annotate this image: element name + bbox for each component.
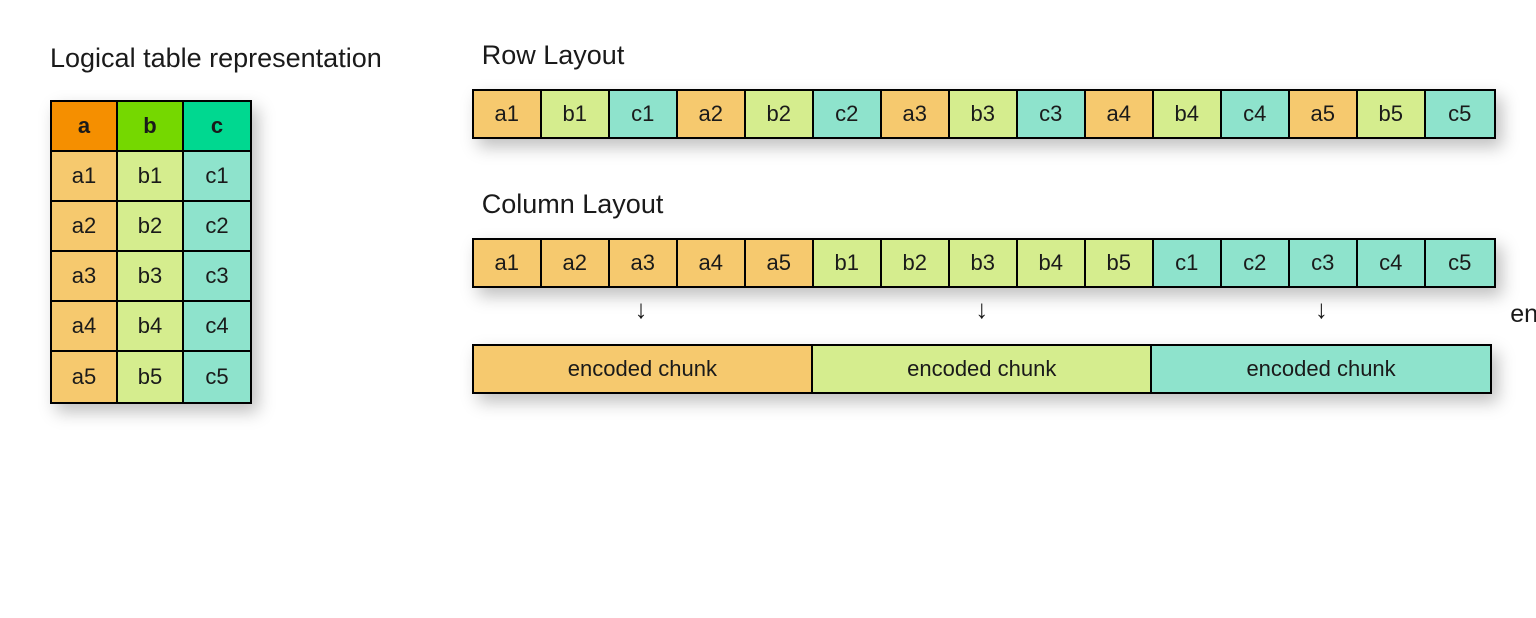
arrow-down-icon: ↓ [1315, 296, 1328, 322]
column-layout-title: Column Layout [482, 189, 1496, 220]
strip-cell: a5 [746, 240, 814, 286]
strip-cell: c1 [1154, 240, 1222, 286]
encoded-chunks-strip: encoded chunkencoded chunkencoded chunk [472, 344, 1492, 394]
table-row: a5 b5 c5 [52, 352, 250, 402]
cell: c5 [184, 352, 250, 402]
strip-cell: b5 [1358, 91, 1426, 137]
strip-cell: b1 [814, 240, 882, 286]
strip-cell: b1 [542, 91, 610, 137]
strip-cell: b2 [882, 240, 950, 286]
col-header-a: a [52, 102, 118, 152]
strip-cell: c2 [814, 91, 882, 137]
encoding-arrows: ↓ ↓ ↓ encoding [472, 294, 1492, 340]
row-layout-strip: a1b1c1a2b2c2a3b3c3a4b4c4a5b5c5 [472, 89, 1496, 139]
cell: c1 [184, 152, 250, 202]
strip-cell: b5 [1086, 240, 1154, 286]
strip-cell: c3 [1018, 91, 1086, 137]
table-row: a3 b3 c3 [52, 252, 250, 302]
cell: a3 [52, 252, 118, 302]
encoded-chunk: encoded chunk [813, 346, 1152, 392]
strip-cell: a5 [1290, 91, 1358, 137]
table-row: a1 b1 c1 [52, 152, 250, 202]
encoding-label: encoding [1510, 300, 1536, 329]
layout-section: Row Layout a1b1c1a2b2c2a3b3c3a4b4c4a5b5c… [472, 40, 1496, 394]
encoded-chunk: encoded chunk [1152, 346, 1489, 392]
cell: a5 [52, 352, 118, 402]
cell: b5 [118, 352, 184, 402]
column-layout-section: Column Layout a1a2a3a4a5b1b2b3b4b5c1c2c3… [472, 189, 1496, 394]
strip-cell: b4 [1018, 240, 1086, 286]
cell: c2 [184, 202, 250, 252]
cell: b2 [118, 202, 184, 252]
cell: a2 [52, 202, 118, 252]
strip-cell: b3 [950, 91, 1018, 137]
strip-cell: a1 [474, 240, 542, 286]
cell: a1 [52, 152, 118, 202]
logical-title: Logical table representation [50, 40, 382, 76]
table-row: a4 b4 c4 [52, 302, 250, 352]
cell: a4 [52, 302, 118, 352]
cell: b1 [118, 152, 184, 202]
table-row: a2 b2 c2 [52, 202, 250, 252]
arrow-down-icon: ↓ [635, 296, 648, 322]
strip-cell: c3 [1290, 240, 1358, 286]
strip-cell: b2 [746, 91, 814, 137]
encoded-chunk: encoded chunk [474, 346, 813, 392]
cell: c3 [184, 252, 250, 302]
row-layout-section: Row Layout a1b1c1a2b2c2a3b3c3a4b4c4a5b5c… [472, 40, 1496, 139]
strip-cell: b4 [1154, 91, 1222, 137]
logical-table: a b c a1 b1 c1 a2 b2 c2 a3 b3 c3 a4 b4 [50, 100, 252, 404]
table-header-row: a b c [52, 102, 250, 152]
logical-table-section: Logical table representation a b c a1 b1… [50, 40, 382, 404]
strip-cell: c2 [1222, 240, 1290, 286]
col-header-b: b [118, 102, 184, 152]
cell: b3 [118, 252, 184, 302]
cell: b4 [118, 302, 184, 352]
strip-cell: a3 [610, 240, 678, 286]
strip-cell: c4 [1222, 91, 1290, 137]
strip-cell: a4 [1086, 91, 1154, 137]
strip-cell: c1 [610, 91, 678, 137]
strip-cell: b3 [950, 240, 1018, 286]
strip-cell: c5 [1426, 240, 1494, 286]
strip-cell: c5 [1426, 91, 1494, 137]
col-header-c: c [184, 102, 250, 152]
strip-cell: a4 [678, 240, 746, 286]
cell: c4 [184, 302, 250, 352]
strip-cell: a2 [678, 91, 746, 137]
column-layout-strip: a1a2a3a4a5b1b2b3b4b5c1c2c3c4c5 [472, 238, 1496, 288]
strip-cell: a1 [474, 91, 542, 137]
strip-cell: a3 [882, 91, 950, 137]
row-layout-title: Row Layout [482, 40, 1496, 71]
strip-cell: a2 [542, 240, 610, 286]
arrow-down-icon: ↓ [975, 296, 988, 322]
strip-cell: c4 [1358, 240, 1426, 286]
